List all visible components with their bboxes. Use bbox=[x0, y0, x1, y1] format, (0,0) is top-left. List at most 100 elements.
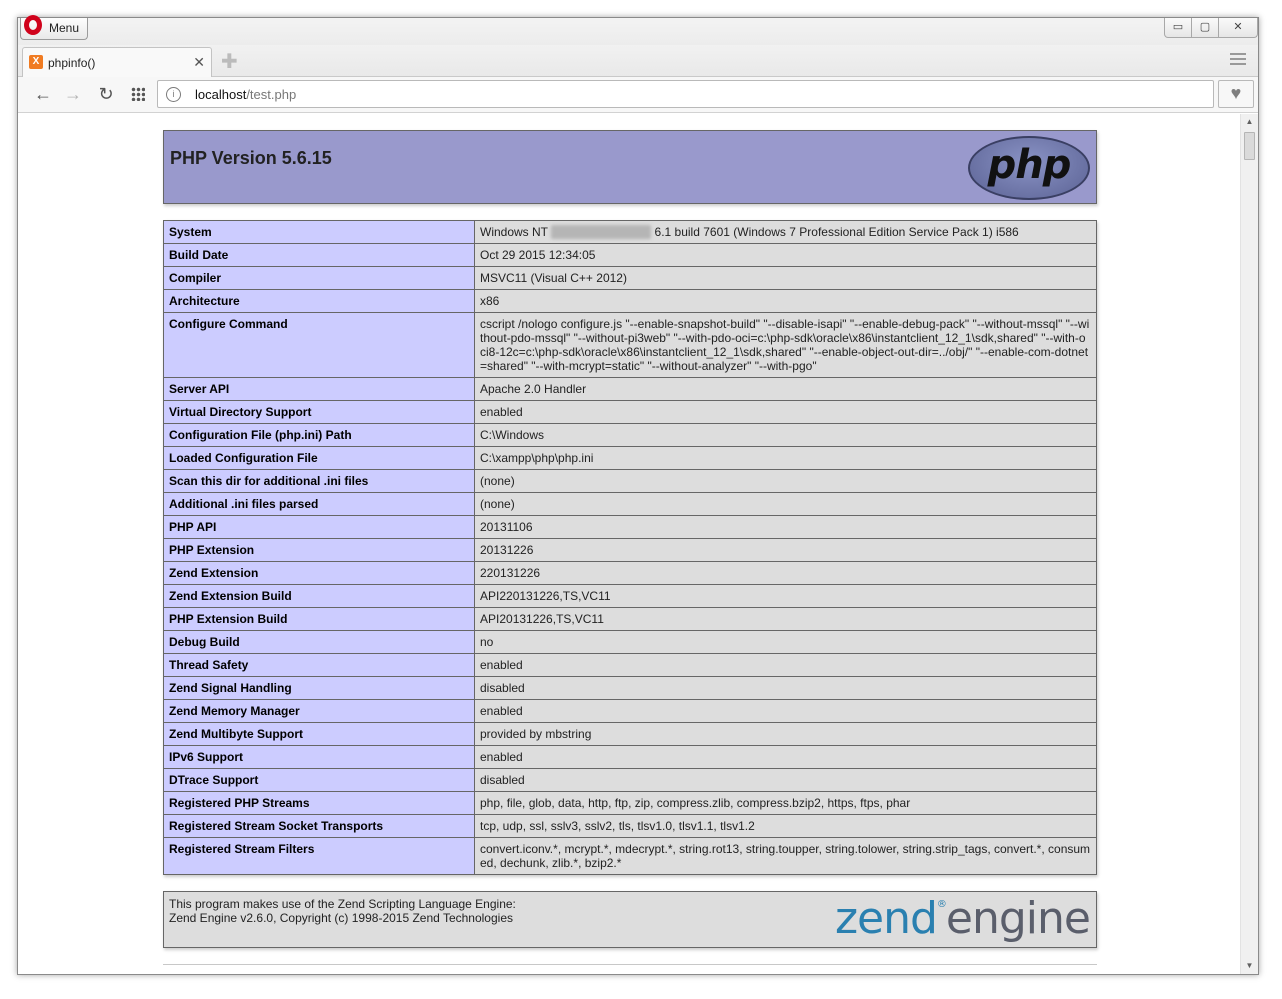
zend-credit-line-1: This program makes use of the Zend Scrip… bbox=[169, 897, 516, 911]
row-key: PHP Extension bbox=[163, 538, 475, 562]
row-value: 20131226 bbox=[474, 538, 1097, 562]
tab-close-icon[interactable]: ✕ bbox=[193, 54, 205, 71]
row-key: Configure Command bbox=[163, 312, 475, 378]
row-key: Zend Extension Build bbox=[163, 584, 475, 608]
menu-label: Menu bbox=[49, 21, 80, 35]
table-row: PHP API 20131106 bbox=[163, 515, 1097, 539]
table-row: IPv6 Support enabled bbox=[163, 745, 1097, 769]
row-key: Zend Memory Manager bbox=[163, 699, 475, 723]
zend-credit-line-2: Zend Engine v2.6.0, Copyright (c) 1998-2… bbox=[169, 911, 513, 925]
speed-dial-icon[interactable] bbox=[131, 87, 145, 101]
table-row: Loaded Configuration File C:\xampp\php\ph… bbox=[163, 446, 1097, 470]
row-key: Zend Signal Handling bbox=[163, 676, 475, 700]
row-value: disabled bbox=[474, 676, 1097, 700]
zend-engine-logo: zend®engine bbox=[834, 893, 1091, 944]
address-host: localhost bbox=[195, 87, 247, 102]
table-row: Zend Extension Build API220131226,TS,VC11 bbox=[163, 584, 1097, 608]
table-row: DTrace Support disabled bbox=[163, 768, 1097, 792]
row-value: 220131226 bbox=[474, 561, 1097, 585]
row-key: PHP API bbox=[163, 515, 475, 539]
table-row: Registered Stream Filters convert.iconv.*… bbox=[163, 837, 1097, 875]
address-bar[interactable]: i localhost/test.php bbox=[157, 80, 1214, 108]
minimize-button[interactable]: ▭ bbox=[1164, 18, 1192, 38]
row-value: (none) bbox=[474, 469, 1097, 493]
row-value: (none) bbox=[474, 492, 1097, 516]
browser-window: Menu ▭ ▢ ✕ X phpinfo() ✕ ✚ ← → ↻ i local… bbox=[17, 15, 1259, 975]
row-key: Loaded Configuration File bbox=[163, 446, 475, 470]
site-info-icon[interactable]: i bbox=[166, 87, 181, 102]
navigation-toolbar: ← → ↻ i localhost/test.php ♥ bbox=[18, 77, 1258, 113]
back-arrow-icon[interactable]: ← bbox=[32, 83, 54, 105]
table-row: Registered Stream Socket Transports tcp, … bbox=[163, 814, 1097, 838]
row-value: 20131106 bbox=[474, 515, 1097, 539]
tab-phpinfo[interactable]: X phpinfo() ✕ bbox=[22, 47, 212, 78]
vertical-scrollbar[interactable]: ▲ ▼ bbox=[1240, 114, 1258, 974]
row-value: Oct 29 2015 12:34:05 bbox=[474, 243, 1097, 267]
row-value: disabled bbox=[474, 768, 1097, 792]
row-value: enabled bbox=[474, 745, 1097, 769]
opera-menu-button[interactable]: Menu bbox=[20, 15, 88, 40]
row-key: Build Date bbox=[163, 243, 475, 267]
row-value: API20131226,TS,VC11 bbox=[474, 607, 1097, 631]
table-row: Additional .ini files parsed (none) bbox=[163, 492, 1097, 516]
new-tab-plus-icon[interactable]: ✚ bbox=[221, 49, 238, 74]
address-path: /test.php bbox=[246, 87, 297, 102]
reload-icon[interactable]: ↻ bbox=[95, 83, 117, 105]
php-version-header: PHP Version 5.6.15 php bbox=[163, 130, 1097, 204]
php-logo: php bbox=[968, 136, 1090, 200]
row-value: php, file, glob, data, http, ftp, zip, c… bbox=[474, 791, 1097, 815]
zend-logo-engine: engine bbox=[945, 893, 1091, 944]
zend-engine-box: This program makes use of the Zend Scrip… bbox=[163, 891, 1097, 948]
row-key: Compiler bbox=[163, 266, 475, 290]
tab-bar: X phpinfo() ✕ ✚ bbox=[18, 45, 1258, 78]
forward-arrow-icon[interactable]: → bbox=[62, 83, 84, 105]
zend-credits: This program makes use of the Zend Scrip… bbox=[169, 897, 516, 925]
table-row: Thread Safety enabled bbox=[163, 653, 1097, 677]
scroll-down-icon[interactable]: ▼ bbox=[1241, 958, 1258, 974]
page-viewport: PHP Version 5.6.15 php System Windows NT … bbox=[18, 114, 1240, 974]
row-value: provided by mbstring bbox=[474, 722, 1097, 746]
row-value: tcp, udp, ssl, sslv3, sslv2, tls, tlsv1.… bbox=[474, 814, 1097, 838]
table-row: Configuration File (php.ini) Path C:\Wind… bbox=[163, 423, 1097, 447]
page-title: PHP Version 5.6.15 bbox=[170, 148, 332, 168]
row-value: C:\Windows bbox=[474, 423, 1097, 447]
row-key: Zend Extension bbox=[163, 561, 475, 585]
table-row: Compiler MSVC11 (Visual C++ 2012) bbox=[163, 266, 1097, 290]
tab-title: phpinfo() bbox=[48, 56, 96, 70]
close-window-button[interactable]: ✕ bbox=[1218, 18, 1258, 38]
php-info-table: SystemWindows NT XXXXX-XXXXXXX 6.1 build… bbox=[163, 220, 1097, 875]
row-value: API220131226,TS,VC11 bbox=[474, 584, 1097, 608]
divider bbox=[163, 964, 1097, 965]
row-value: cscript /nologo configure.js "--enable-s… bbox=[474, 312, 1097, 378]
row-value-part: Windows NT bbox=[480, 225, 552, 239]
table-row: Virtual Directory Support enabled bbox=[163, 400, 1097, 424]
zend-logo-mark: ® bbox=[936, 899, 947, 910]
row-value: enabled bbox=[474, 699, 1097, 723]
zend-logo-zend: zend bbox=[834, 893, 938, 944]
window-controls: ▭ ▢ ✕ bbox=[1164, 18, 1258, 38]
row-value: C:\xampp\php\php.ini bbox=[474, 446, 1097, 470]
title-bar: Menu ▭ ▢ ✕ bbox=[18, 15, 1258, 45]
maximize-button[interactable]: ▢ bbox=[1191, 18, 1219, 38]
row-value: enabled bbox=[474, 400, 1097, 424]
table-row: Zend Signal Handling disabled bbox=[163, 676, 1097, 700]
scrollbar-thumb[interactable] bbox=[1244, 132, 1255, 160]
bookmark-heart-icon[interactable]: ♥ bbox=[1218, 80, 1254, 108]
row-key: Configuration File (php.ini) Path bbox=[163, 423, 475, 447]
table-row: Zend Multibyte Support provided by mbstri… bbox=[163, 722, 1097, 746]
row-key: System bbox=[163, 220, 475, 244]
table-row: Server API Apache 2.0 Handler bbox=[163, 377, 1097, 401]
scroll-up-icon[interactable]: ▲ bbox=[1241, 114, 1258, 130]
row-key: Additional .ini files parsed bbox=[163, 492, 475, 516]
xampp-favicon-icon: X bbox=[29, 55, 43, 69]
row-key: Registered PHP Streams bbox=[163, 791, 475, 815]
table-row: PHP Extension 20131226 bbox=[163, 538, 1097, 562]
tab-menu-icon[interactable] bbox=[1230, 53, 1246, 65]
row-key: Zend Multibyte Support bbox=[163, 722, 475, 746]
table-row: Zend Memory Manager enabled bbox=[163, 699, 1097, 723]
table-row: Debug Build no bbox=[163, 630, 1097, 654]
address-url[interactable]: localhost/test.php bbox=[195, 87, 296, 102]
table-row: Build Date Oct 29 2015 12:34:05 bbox=[163, 243, 1097, 267]
row-key: IPv6 Support bbox=[163, 745, 475, 769]
row-value: no bbox=[474, 630, 1097, 654]
